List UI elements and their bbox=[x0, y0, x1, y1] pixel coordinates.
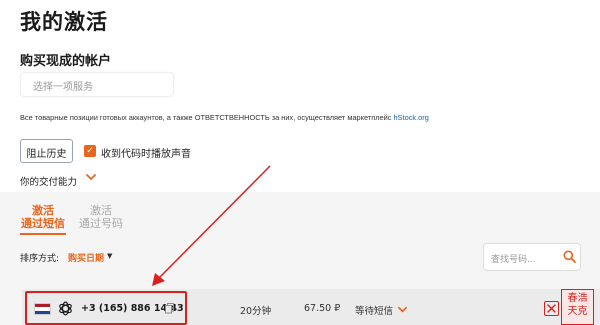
seal-stamp: 春浩 天克 bbox=[561, 289, 594, 325]
service-select-input[interactable]: 选择一项服务 bbox=[20, 72, 174, 97]
service-select-placeholder: 选择一项服务 bbox=[33, 82, 93, 93]
sort-label: 排序方式: bbox=[20, 254, 60, 264]
chevron-down-icon[interactable] bbox=[85, 171, 97, 183]
chevron-down-icon[interactable] bbox=[397, 304, 408, 315]
activation-status: 等待短信 bbox=[355, 306, 394, 317]
tab-sms-line1: 激活 bbox=[32, 204, 54, 217]
close-icon[interactable] bbox=[544, 301, 559, 316]
activation-duration: 20分钟 bbox=[240, 306, 272, 317]
phone-highlight-annotation bbox=[25, 291, 187, 325]
activation-price: 67.50 ₽ bbox=[304, 303, 341, 314]
play-sound-checkbox[interactable]: ✓ bbox=[84, 145, 96, 157]
tab-number-activation[interactable]: 激活 通过号码 bbox=[78, 204, 124, 230]
notice-text: Все товарные позиции готовых аккаунтов, … bbox=[20, 113, 394, 122]
tab-sms-line2: 通过短信 bbox=[21, 217, 65, 230]
tab-sms-activation[interactable]: 激活 通过短信 bbox=[20, 204, 66, 230]
caret-down-icon[interactable]: ▼ bbox=[107, 252, 112, 260]
page-title: 我的激活 bbox=[20, 10, 108, 34]
play-sound-label: 收到代码时播放声音 bbox=[101, 149, 191, 160]
sort-dropdown[interactable]: 购买日期 bbox=[68, 251, 104, 264]
phone-search-placeholder: 查找号码... bbox=[491, 255, 536, 265]
block-history-button[interactable]: 阻止历史 bbox=[20, 139, 73, 163]
tab-number-line1: 激活 bbox=[90, 204, 112, 217]
active-tab-underline bbox=[20, 233, 66, 235]
marketplace-notice: Все товарные позиции готовых аккаунтов, … bbox=[20, 113, 429, 122]
search-icon[interactable] bbox=[563, 250, 576, 263]
tab-number-line2: 通过号码 bbox=[79, 217, 123, 230]
purchase-section-title: 购买现成的帐户 bbox=[20, 54, 112, 69]
marketplace-link[interactable]: hStock.org bbox=[394, 113, 429, 122]
delivery-capability-label: 你的交付能力 bbox=[20, 177, 78, 188]
